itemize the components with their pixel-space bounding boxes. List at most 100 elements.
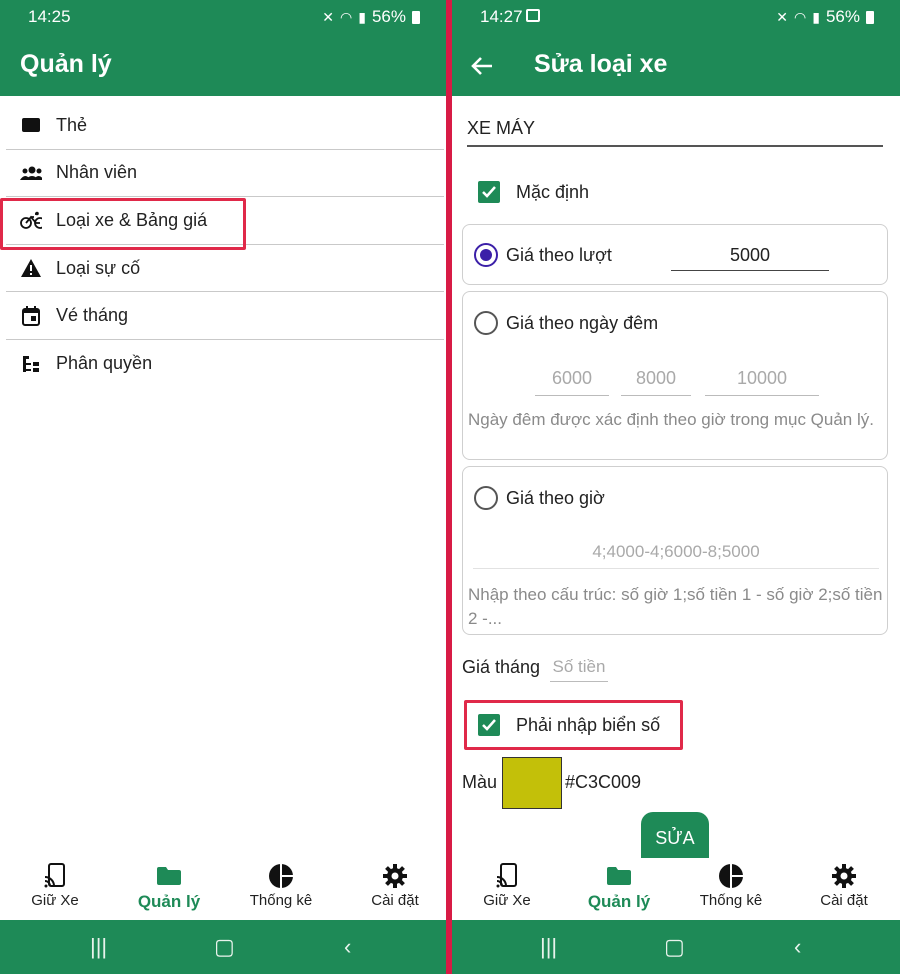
nav-item-settings[interactable]: Cài đặt xyxy=(789,862,899,909)
per-hour-radio[interactable] xyxy=(474,486,498,510)
app-bar: Quản lý xyxy=(0,36,446,96)
status-bar: 14:27 ✕ ◠ ▮ 56% xyxy=(452,0,900,36)
color-hex-value: #C3C009 xyxy=(565,772,642,792)
monthly-price-label: Giá tháng xyxy=(462,657,541,677)
app-bar: Sửa loại xe xyxy=(452,36,900,96)
battery-icon xyxy=(866,10,874,24)
per-hour-card: Giá theo giờ 4;4000-4;6000-8;5000 Nhập t… xyxy=(462,466,888,635)
signal-icon: ▮ xyxy=(812,8,820,25)
menu-item-label: Nhân viên xyxy=(56,162,138,183)
vehicle-name-input[interactable]: XE MÁY xyxy=(467,118,883,147)
menu-item-monthly-ticket[interactable]: Vé tháng xyxy=(6,292,444,340)
battery-icon xyxy=(412,10,420,24)
default-checkbox[interactable] xyxy=(478,181,500,203)
image-notification-icon xyxy=(526,9,540,22)
per-trip-radio[interactable] xyxy=(474,243,498,267)
screenshot-stage: 14:25 ✕ ◠ ▮ 56% Quản lý Thẻ Nhân viên Lo… xyxy=(0,0,900,974)
phone-cast-icon xyxy=(0,862,110,890)
status-icons: ✕ ◠ ▮ 56% xyxy=(322,7,420,27)
tree-icon xyxy=(20,354,42,374)
per-hour-help-text: Nhập theo cấu trúc: số giờ 1;số tiền 1 -… xyxy=(468,585,883,628)
right-phone-screen: 14:27 ✕ ◠ ▮ 56% Sửa loại xe XE MÁY Mặc đ… xyxy=(452,0,900,974)
recents-button[interactable]: ||| xyxy=(90,934,107,960)
default-checkbox-row[interactable]: Mặc định xyxy=(478,181,589,203)
bottom-navigation: Giữ Xe Quản lý Thống kê Cài đặt xyxy=(452,858,900,920)
home-button[interactable]: ▢ xyxy=(664,934,685,960)
system-navigation-bar: ||| ▢ ‹ xyxy=(452,920,900,974)
warning-icon xyxy=(20,258,42,278)
nav-label: Thống kê xyxy=(699,892,763,909)
per-hour-label: Giá theo giờ xyxy=(506,488,605,508)
nav-label: Quản lý xyxy=(137,892,201,911)
card-icon xyxy=(20,115,42,135)
gear-icon xyxy=(340,862,446,890)
page-title: Sửa loại xe xyxy=(534,50,668,78)
menu-item-label: Vé tháng xyxy=(56,305,129,326)
status-time: 14:25 xyxy=(28,7,71,26)
folder-icon xyxy=(564,862,674,890)
nav-item-parking[interactable]: Giữ Xe xyxy=(452,862,562,909)
menu-item-card[interactable]: Thẻ xyxy=(6,102,444,150)
left-phone-screen: 14:25 ✕ ◠ ▮ 56% Quản lý Thẻ Nhân viên Lo… xyxy=(0,0,446,974)
per-hour-price-input[interactable]: 4;4000-4;6000-8;5000 xyxy=(473,542,879,569)
per-day-card: Giá theo ngày đêm 6000 8000 10000 Ngày đ… xyxy=(462,291,888,460)
bottom-navigation: Giữ Xe Quản lý Thống kê Cài đặt xyxy=(0,858,446,920)
per-day-radio[interactable] xyxy=(474,311,498,335)
per-day-help-text: Ngày đêm được xác định theo giờ trong mụ… xyxy=(468,410,874,429)
nav-label: Thống kê xyxy=(249,892,313,909)
phone-cast-icon xyxy=(452,862,562,890)
per-day-price-input-1[interactable]: 6000 xyxy=(535,368,609,396)
per-trip-card: Giá theo lượt 5000 xyxy=(462,224,888,285)
highlight-box-plate-required xyxy=(464,700,683,750)
nav-item-management[interactable]: Quản lý xyxy=(114,862,224,912)
menu-item-label: Thẻ xyxy=(56,114,88,135)
back-system-button[interactable]: ‹ xyxy=(344,934,351,960)
color-swatch[interactable] xyxy=(502,757,562,809)
home-button[interactable]: ▢ xyxy=(214,934,235,960)
status-time: 14:27 xyxy=(480,7,523,26)
wifi-icon: ◠ xyxy=(794,8,807,25)
wifi-icon: ◠ xyxy=(340,8,353,25)
battery-percent: 56% xyxy=(371,7,406,26)
calendar-icon xyxy=(20,305,42,326)
people-icon xyxy=(20,163,42,183)
per-day-price-input-2[interactable]: 8000 xyxy=(621,368,691,396)
mute-icon: ✕ xyxy=(322,8,335,25)
menu-item-label: Phân quyền xyxy=(56,353,153,374)
nav-label: Giữ Xe xyxy=(483,892,531,909)
nav-item-statistics[interactable]: Thống kê xyxy=(676,862,786,909)
folder-icon xyxy=(114,862,224,890)
color-label: Màu xyxy=(462,772,498,792)
signal-icon: ▮ xyxy=(358,8,366,25)
monthly-price-input[interactable]: Số tiền xyxy=(550,657,608,682)
mute-icon: ✕ xyxy=(776,8,789,25)
battery-percent: 56% xyxy=(825,7,860,26)
nav-item-statistics[interactable]: Thống kê xyxy=(226,862,336,909)
submit-edit-button[interactable]: SỬA xyxy=(641,812,709,860)
nav-label: Quản lý xyxy=(587,892,651,911)
nav-label: Giữ Xe xyxy=(31,892,79,909)
nav-item-management[interactable]: Quản lý xyxy=(564,862,674,912)
back-arrow-icon[interactable] xyxy=(470,48,494,85)
per-day-label: Giá theo ngày đêm xyxy=(506,313,659,333)
nav-item-parking[interactable]: Giữ Xe xyxy=(0,862,110,909)
recents-button[interactable]: ||| xyxy=(540,934,557,960)
per-trip-price-input[interactable]: 5000 xyxy=(671,245,829,271)
default-label: Mặc định xyxy=(516,181,590,202)
menu-item-staff[interactable]: Nhân viên xyxy=(6,150,444,198)
nav-label: Cài đặt xyxy=(820,892,868,909)
pie-chart-icon xyxy=(676,862,786,890)
pie-chart-icon xyxy=(226,862,336,890)
per-day-price-input-3[interactable]: 10000 xyxy=(705,368,819,396)
nav-label: Cài đặt xyxy=(371,892,419,909)
status-bar: 14:25 ✕ ◠ ▮ 56% xyxy=(0,0,446,36)
nav-item-settings[interactable]: Cài đặt xyxy=(340,862,446,909)
menu-item-incident-types[interactable]: Loại sự cố xyxy=(6,245,444,293)
status-icons: ✕ ◠ ▮ 56% xyxy=(776,7,874,27)
per-trip-label: Giá theo lượt xyxy=(506,245,612,265)
back-system-button[interactable]: ‹ xyxy=(794,934,801,960)
system-navigation-bar: ||| ▢ ‹ xyxy=(0,920,446,974)
highlight-box-vehicle-types xyxy=(0,198,246,250)
menu-item-label: Loại sự cố xyxy=(56,257,141,278)
menu-item-permissions[interactable]: Phân quyền xyxy=(6,340,444,388)
